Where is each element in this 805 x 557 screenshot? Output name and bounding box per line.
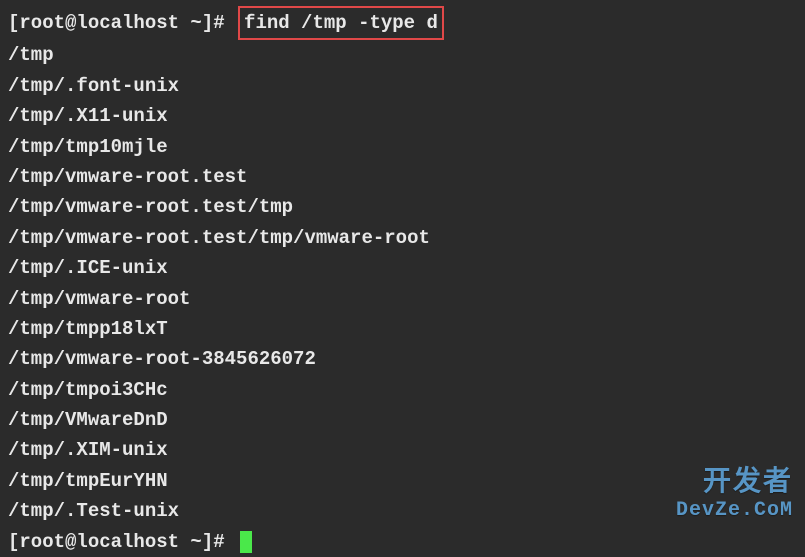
output-line: /tmp/tmpp18lxT — [8, 314, 797, 344]
output-line: /tmp/vmware-root.test/tmp/vmware-root — [8, 223, 797, 253]
command-text: find /tmp -type d — [244, 12, 438, 34]
watermark: 开发者 DevZe.CoM — [676, 469, 793, 522]
prompt-awaiting-input[interactable]: [root@localhost ~]# — [8, 527, 797, 557]
command-prompt-line: [root@localhost ~]# find /tmp -type d — [8, 6, 797, 40]
output-line: /tmp — [8, 40, 797, 70]
output-line: /tmp/vmware-root-3845626072 — [8, 344, 797, 374]
output-line: /tmp/tmpoi3CHc — [8, 375, 797, 405]
shell-prompt: [root@localhost ~]# — [8, 12, 225, 34]
output-line: /tmp/tmp10mjle — [8, 132, 797, 162]
shell-prompt-end: [root@localhost ~]# — [8, 531, 225, 553]
output-line: /tmp/vmware-root.test — [8, 162, 797, 192]
watermark-top-text: 开发者 — [676, 469, 793, 500]
output-line: /tmp/.XIM-unix — [8, 435, 797, 465]
output-line: /tmp/.X11-unix — [8, 101, 797, 131]
output-line: /tmp/vmware-root.test/tmp — [8, 192, 797, 222]
highlighted-command: find /tmp -type d — [238, 6, 444, 40]
cursor-block — [240, 531, 252, 553]
watermark-bottom-text: DevZe.CoM — [676, 500, 793, 522]
output-line: /tmp/.font-unix — [8, 71, 797, 101]
output-line: /tmp/.ICE-unix — [8, 253, 797, 283]
output-line: /tmp/vmware-root — [8, 284, 797, 314]
output-line: /tmp/VMwareDnD — [8, 405, 797, 435]
